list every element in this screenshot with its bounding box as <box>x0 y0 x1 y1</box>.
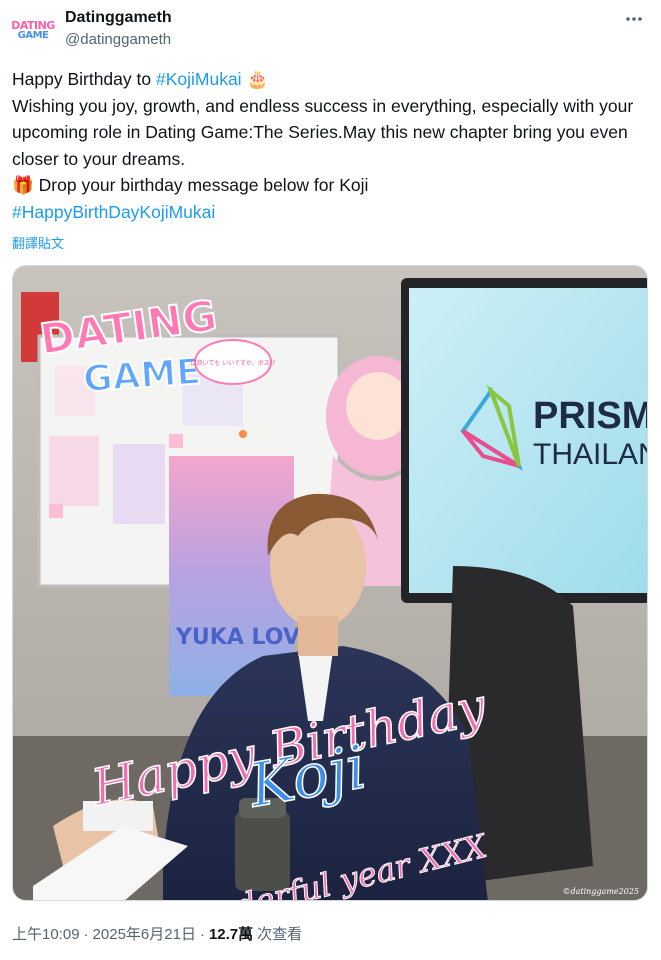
avatar[interactable]: DATING GAME <box>11 10 55 52</box>
tweet-line1-prefix: Happy Birthday to <box>12 69 156 89</box>
views-label: 次查看 <box>257 926 303 943</box>
watermark: ©datinggame2025 <box>562 887 639 896</box>
meta-separator: · <box>199 926 205 943</box>
gift-emoji: 🎁 <box>12 175 39 196</box>
user-handle[interactable]: @datinggameth <box>65 30 172 50</box>
tweet-meta: 上午10:09 · 2025年6月21日 · 12.7萬 次查看 <box>12 923 302 944</box>
hashtag-kojimukai[interactable]: #KojiMukai <box>156 69 242 89</box>
tweet-header: DATING GAME Datinggameth @datinggameth <box>11 6 649 54</box>
hashtag-happybirthdaykojimukai[interactable]: #HappyBirthDayKojiMukai <box>12 202 215 222</box>
logo-text-line2: GAME <box>82 351 202 400</box>
tweet-text: Happy Birthday to #KojiMukai 🎂 Wishing y… <box>12 66 652 226</box>
screen-brand-line2: THAILAND <box>533 438 648 471</box>
tweet-image[interactable]: YUKA LOVED PRISM THAILAND <box>12 265 648 901</box>
views-count[interactable]: 12.7萬 <box>209 923 253 944</box>
screen-brand-line1: PRISM <box>533 395 648 437</box>
logo-bubble-text: 口説いても いいですか、ボス!? <box>191 359 276 367</box>
display-name[interactable]: Datinggameth <box>65 8 172 28</box>
post-date[interactable]: 2025年6月21日 <box>93 923 196 944</box>
author-names: Datinggameth @datinggameth <box>65 8 172 50</box>
cake-emoji: 🎂 <box>241 69 269 89</box>
post-time[interactable]: 上午10:09 <box>12 923 80 944</box>
tweet-line3: Drop your birthday message below for Koj… <box>38 175 369 196</box>
translate-post-link[interactable]: 翻譯貼文 <box>12 233 64 252</box>
tweet-line2: Wishing you joy, growth, and endless suc… <box>12 95 639 169</box>
meta-separator: · <box>83 926 89 943</box>
more-options-icon[interactable] <box>623 8 645 30</box>
avatar-logo-line2: GAME <box>17 30 49 41</box>
